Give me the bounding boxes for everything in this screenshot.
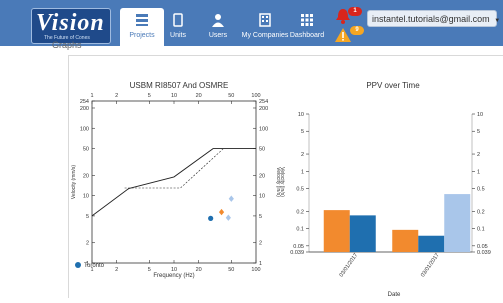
data-point: [218, 208, 225, 216]
y-tick-label-left: 100: [80, 126, 89, 132]
y-tick-label-right: 200: [259, 106, 268, 112]
chevron-down-icon: ▼: [494, 18, 501, 24]
data-point: [225, 214, 231, 221]
legend-label-toronto: Toronto: [84, 263, 105, 269]
ppv-y-tick-label-left: 0.1: [296, 227, 304, 233]
section-title: Graphs: [52, 40, 82, 50]
nav-my-companies[interactable]: My Companies: [238, 8, 292, 46]
osmre-limit-line: [124, 148, 224, 189]
ppv-y-tick-label-right: 2: [477, 152, 480, 158]
usbm-x-axis-label: Frequency (Hz): [153, 273, 194, 279]
ppv-y-tick-label-right: 1: [477, 169, 480, 175]
ppv-bar: [392, 229, 419, 252]
ppv-y-tick-label-left: 1: [301, 169, 304, 175]
y-tick-label-right: 254: [259, 99, 268, 105]
units-icon: [173, 13, 183, 27]
ppv-y-tick-label-left: 2: [301, 152, 304, 158]
user-email: instantel.tutorials@gmail.com: [372, 14, 490, 24]
usbm-chart: 1122551010202050501001001251020501002002…: [80, 93, 268, 273]
brand-name: Vision: [36, 10, 105, 36]
nav-dashboard[interactable]: Dashboard: [285, 8, 329, 46]
nav-units[interactable]: Units: [156, 8, 200, 46]
ppv-y-tick-label-left: 0.05: [293, 244, 304, 250]
y-tick-label-left: 5: [86, 214, 89, 220]
x-tick-label-bottom: 5: [148, 267, 151, 273]
y-tick-label-right: 50: [259, 147, 265, 153]
ppv-y-tick-label-right: 0.039: [477, 250, 491, 256]
y-tick-label-left: 200: [80, 106, 89, 112]
nav-label: Users: [208, 32, 228, 39]
x-tick-label-top: 2: [115, 93, 118, 99]
dashboard-icon: [301, 14, 313, 26]
ppv-chart-title: PPV over Time: [366, 81, 420, 90]
usbm-limit-line: [91, 148, 256, 217]
legend-marker-toronto: [75, 262, 81, 268]
warning-icon[interactable]: [335, 28, 351, 42]
ppv-y-tick-label-left: 0.2: [296, 209, 304, 215]
usbm-y-axis-label: Velocity (mm/s): [71, 165, 77, 200]
ppv-y-tick-label-left: 0.5: [296, 187, 304, 193]
ppv-x-tick-label: 03/01/2017: [339, 252, 360, 278]
ppv-y-tick-label-left: 10: [298, 112, 304, 118]
ppv-y-tick-label-right: 0.1: [477, 227, 485, 233]
y-tick-label-left: 2: [86, 241, 89, 247]
nav-label: Dashboard: [289, 32, 325, 39]
graphs-canvas: USBM RI8507 And OSMRE 112255101020205050…: [71, 81, 491, 298]
companies-icon: [259, 13, 271, 27]
ppv-bar: [323, 210, 350, 252]
ppv-y-axis-label: Velocity (in/s): [279, 167, 285, 197]
ppv-y-tick-label-left: 0.039: [290, 250, 304, 256]
usbm-plot-frame: [91, 100, 257, 264]
y-tick-label-left: 254: [80, 99, 89, 105]
nav-users[interactable]: Users: [196, 8, 240, 46]
ppv-y-tick-label-right: 0.05: [477, 244, 488, 250]
y-tick-label-right: 1: [259, 261, 262, 267]
x-tick-label-bottom: 20: [196, 267, 202, 273]
users-icon: [212, 14, 224, 27]
x-tick-label-bottom: 50: [228, 267, 234, 273]
x-tick-label-bottom: 100: [251, 267, 260, 273]
y-tick-label-left: 50: [83, 147, 89, 153]
x-tick-label-top: 50: [228, 93, 234, 99]
ppv-x-axis-label: Date: [388, 292, 401, 298]
data-point: [228, 195, 234, 202]
y-tick-label-right: 10: [259, 194, 265, 200]
x-tick-label-bottom: 2: [115, 267, 118, 273]
ppv-bar: [444, 194, 471, 252]
user-account-dropdown[interactable]: instantel.tutorials@gmail.com ▼: [367, 10, 501, 27]
y-tick-label-right: 5: [259, 214, 262, 220]
warnings-count-badge: 9: [350, 26, 364, 35]
x-tick-label-top: 20: [196, 93, 202, 99]
y-tick-label-left: 10: [83, 194, 89, 200]
ppv-y-tick-label-right: 10: [477, 112, 483, 118]
ppv-bar: [418, 235, 445, 252]
y-tick-label-right: 20: [259, 173, 265, 179]
nav-label: Units: [170, 32, 186, 39]
y-tick-label-left: 20: [83, 173, 89, 179]
x-tick-label-top: 1: [90, 93, 93, 99]
alerts-count-badge: 1: [348, 7, 362, 16]
graphs-panel: USBM RI8507 And OSMRE 1 1 2 2 5 5 10 10 20 20 50 50…: [68, 55, 503, 298]
ppv-y-tick-label-right: 0.2: [477, 209, 485, 215]
y-tick-label-right: 100: [259, 126, 268, 132]
projects-icon: [136, 14, 148, 26]
ppv-bar: [349, 215, 376, 252]
brand-logo[interactable]: Vision The Future of Cones: [31, 8, 111, 44]
usbm-chart-title: USBM RI8507 And OSMRE: [130, 81, 229, 90]
x-tick-label-top: 5: [148, 93, 151, 99]
ppv-x-tick-label: 03/01/2017: [420, 252, 441, 278]
ppv-y-tick-label-right: 5: [477, 129, 480, 135]
ppv-chart: 10 105 52 21 10.5 0.50.2 0.20.1 0.10.05 0.050.03…: [290, 112, 491, 278]
ppv-y-tick-label-left: 5: [301, 129, 304, 135]
y-tick-label-right: 2: [259, 241, 262, 247]
x-tick-label-top: 10: [171, 93, 177, 99]
nav-label: My Companies: [241, 32, 289, 39]
data-point: [208, 215, 214, 221]
ppv-y-tick-label-right: 0.5: [477, 187, 485, 193]
